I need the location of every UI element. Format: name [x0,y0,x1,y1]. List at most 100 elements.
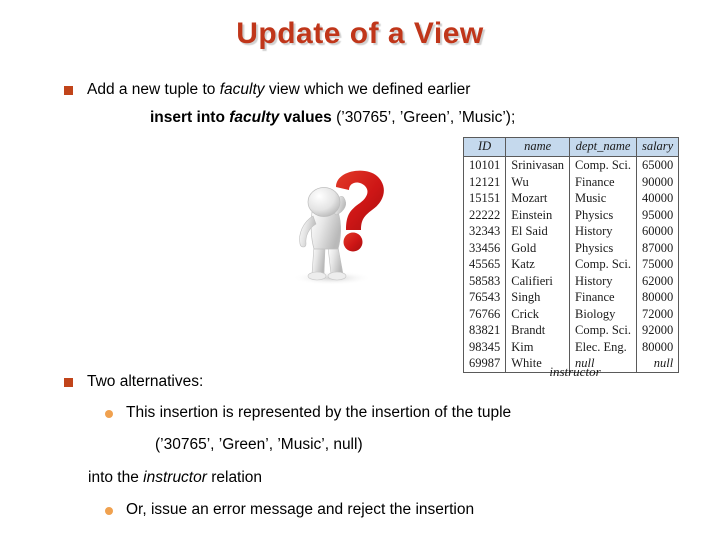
cell-salary: 95000 [635,206,680,223]
figure-head [307,187,341,217]
figure-left-foot [307,271,327,281]
cell-id: 33456 [462,239,507,256]
bullet-text: Add a new tuple to faculty view which we… [87,80,470,99]
cell-name: Einstein [505,206,571,223]
cell-dept-name: Finance [569,173,637,190]
bullet-text-post: view which we defined earlier [264,81,471,98]
sql-keyword-values: values [283,109,332,126]
column-header-name: name [505,137,571,157]
square-bullet-icon [64,86,73,95]
dot-bullet-icon [105,410,113,418]
cell-dept-name: Comp. Sci. [569,256,637,273]
cell-salary: 80000 [635,338,680,355]
page-title: Update of a View [236,17,484,50]
inserted-tuple-line: (’30765’, ’Green’, ’Music’, null) [155,436,363,453]
cell-name: Singh [505,289,571,306]
cell-dept-name: Finance [569,289,637,306]
cell-name: El Said [505,223,571,240]
cell-name: Mozart [505,190,571,207]
cell-id: 98345 [462,338,507,355]
cell-salary: 40000 [635,190,680,207]
table-row: 12121 Wu Finance 90000 [462,173,680,190]
into-relation-line: into the instructor relation [88,469,262,487]
cell-salary: 80000 [635,289,680,306]
figure-torso [310,211,341,250]
slide-canvas: Update of a View Add a new tuple to facu… [0,0,720,540]
relation-table: ID name dept_name salary 10101 Srinivasa… [462,137,680,373]
cell-name: Kim [505,338,571,355]
sub-bullet-text: Or, issue an error message and reject th… [126,501,475,518]
cell-name: Califieri [505,272,571,289]
bullet-text: Two alternatives: [87,373,204,390]
table-row: 76766 Crick Biology 72000 [462,305,680,322]
cell-name: Gold [505,239,571,256]
table-row: 45565 Katz Comp. Sci. 75000 [462,256,680,273]
figure-right-leg [327,246,344,275]
cell-salary: 87000 [635,239,680,256]
dot-bullet-icon [105,507,113,515]
sql-insert-statement: insert into faculty values (’30765’, ’Gr… [150,109,515,127]
cell-id: 12121 [462,173,507,190]
cell-dept-name: History [569,223,637,240]
bullet-text-pre: Add a new tuple to [87,81,220,98]
cell-dept-name: Physics [569,239,637,256]
cell-dept-name: History [569,272,637,289]
sql-relation-name: faculty [229,109,280,126]
cell-salary: 60000 [635,223,680,240]
table-body: 10101 Srinivasan Comp. Sci. 65000 12121 … [462,156,680,373]
cell-name: Katz [505,256,571,273]
cell-name: Crick [505,305,571,322]
cell-salary: 75000 [635,256,680,273]
cell-dept-name: Physics [569,206,637,223]
sub-bullet-text: This insertion is represented by the ins… [126,404,512,421]
cell-dept-name: Comp. Sci. [569,322,637,339]
cell-dept-name: Comp. Sci. [569,156,637,174]
cell-id: 15151 [462,190,507,207]
person-with-question-mark-icon [272,160,404,292]
cell-name: Brandt [505,322,571,339]
bullet-item-two-alternatives: Two alternatives: [64,372,464,391]
square-bullet-icon [64,378,73,387]
table-row: 15151 Mozart Music 40000 [462,190,680,207]
cell-name: Wu [505,173,571,190]
column-header-id: ID [462,137,507,157]
instructor-table: ID name dept_name salary 10101 Srinivasa… [462,137,680,373]
sql-keyword-insert-into: insert into [150,109,225,126]
into-relation-post: relation [206,469,263,486]
table-row: 76543 Singh Finance 80000 [462,289,680,306]
bullet-item-add-tuple: Add a new tuple to faculty view which we… [64,80,664,99]
cell-id: 58583 [462,272,507,289]
bullet-text-emphasis: faculty [219,81,265,98]
cell-id: 32343 [462,223,507,240]
cell-dept-name: Music [569,190,637,207]
table-row: 32343 El Said History 60000 [462,223,680,240]
question-mark-glyph [336,170,384,252]
cell-salary: 90000 [635,173,680,190]
table-row: 22222 Einstein Physics 95000 [462,206,680,223]
cell-salary: 65000 [635,156,680,174]
question-mark-dot [343,232,363,252]
table-header-row: ID name dept_name salary [462,137,680,157]
cell-id: 45565 [462,256,507,273]
sub-bullet-item-insertion-represented: This insertion is represented by the ins… [105,403,665,422]
table-row: 33456 Gold Physics 87000 [462,239,680,256]
sql-values-tuple: (’30765’, ’Green’, ’Music’); [336,109,516,126]
sub-bullet-item-error-message: Or, issue an error message and reject th… [105,500,665,519]
column-header-dept-name: dept_name [569,137,637,157]
cell-dept-name: Biology [569,305,637,322]
cell-salary: 72000 [635,305,680,322]
cell-id: 76766 [462,305,507,322]
cell-id: 22222 [462,206,507,223]
table-row: 83821 Brandt Comp. Sci. 92000 [462,322,680,339]
cell-id: 76543 [462,289,507,306]
into-relation-pre: into the [88,469,144,486]
cell-id: 83821 [462,322,507,339]
cell-salary: 92000 [635,322,680,339]
column-header-salary: salary [635,137,680,157]
table-row: 98345 Kim Elec. Eng. 80000 [462,338,680,355]
figure-right-foot [327,271,347,281]
cell-dept-name: Elec. Eng. [569,338,637,355]
table-caption: instructor [549,364,601,379]
table-row: 10101 Srinivasan Comp. Sci. 65000 [462,156,680,174]
cell-id: 10101 [462,156,507,174]
